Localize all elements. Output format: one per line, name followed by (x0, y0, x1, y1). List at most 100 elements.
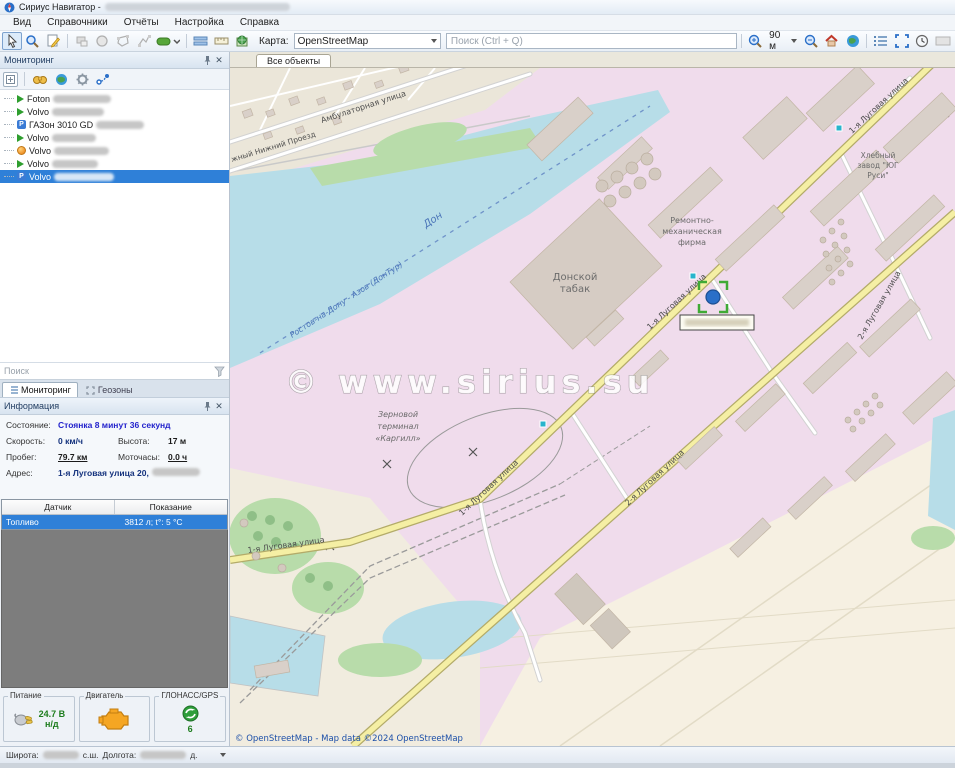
expand-all-button[interactable] (3, 72, 18, 87)
gps-gauge-label: ГЛОНАСС/GPS (159, 691, 220, 700)
hours-value[interactable]: 0.0 ч (168, 452, 187, 462)
fit-corners-icon (86, 386, 95, 395)
menu-spravka[interactable]: Справка (233, 16, 286, 29)
chevron-down-icon (791, 39, 797, 43)
menu-spravochniki[interactable]: Справочники (40, 16, 115, 29)
menu-nastroyka[interactable]: Настройка (168, 16, 231, 29)
zoom-in-icon (748, 34, 762, 48)
redacted-plate (96, 121, 144, 129)
speed-label: Скорость: (6, 436, 58, 446)
circle-zone-button-disabled[interactable] (93, 32, 113, 50)
magnifier-icon (25, 34, 39, 48)
zoom-out-button[interactable] (801, 32, 821, 50)
power-value: 24.7 В (39, 709, 66, 719)
home-button[interactable] (822, 32, 842, 50)
engine-icon (98, 706, 132, 732)
find-object-button[interactable] (31, 71, 49, 88)
tab-monitoring[interactable]: Мониторинг (2, 382, 78, 397)
edit-page-icon (46, 34, 60, 48)
select-tool-button[interactable] (2, 32, 22, 50)
toolbar-separator (186, 34, 187, 48)
close-icon[interactable]: ✕ (213, 400, 225, 412)
package-button[interactable] (232, 32, 252, 50)
toolbar-separator (866, 34, 867, 48)
moving-status-icon (17, 134, 24, 142)
menu-vid[interactable]: Вид (6, 16, 38, 29)
info-panel-title: Информация (4, 401, 59, 411)
history-button[interactable] (913, 32, 933, 50)
sensor-row-selected[interactable]: Топливо 3812 л; t°: 5 °C (2, 515, 227, 529)
sensor-col-header[interactable]: Датчик (2, 500, 115, 514)
close-icon[interactable]: ✕ (213, 54, 225, 66)
settings-button[interactable] (73, 71, 91, 88)
pin-icon[interactable] (201, 400, 213, 412)
extra-button-disabled[interactable] (933, 32, 953, 50)
gear-icon (76, 73, 89, 86)
engine-gauge-label: Двигатель (84, 691, 126, 700)
ruler-button[interactable] (212, 32, 232, 50)
global-search-input[interactable]: Поиск (Ctrl + Q) (446, 33, 737, 49)
map-tab-all-objects[interactable]: Все объекты (256, 54, 331, 67)
map-canvas[interactable]: Амбулаторная улица жный Нижний Проезд Ро… (230, 68, 955, 746)
redacted-plate (52, 160, 98, 168)
vehicle-row[interactable]: Volvo (0, 105, 229, 118)
pin-icon[interactable] (201, 54, 213, 66)
polygon-zone-icon (116, 34, 130, 48)
group-button-disabled[interactable] (72, 32, 92, 50)
reports-button[interactable] (191, 32, 211, 50)
track-pill-icon (156, 34, 180, 48)
zoom-tool-button[interactable] (23, 32, 43, 50)
sensor-table-header: Датчик Показание (2, 500, 227, 515)
map-label-place: «Каргилл» (375, 434, 420, 443)
redacted-longitude (140, 751, 186, 759)
coords-format-dropdown[interactable] (220, 753, 226, 757)
vehicle-name: Foton (27, 94, 50, 104)
world-button[interactable] (843, 32, 863, 50)
show-on-map-button[interactable] (52, 71, 70, 88)
hours-label: Моточасы: (118, 452, 168, 462)
edit-button[interactable] (43, 32, 63, 50)
map-label-place: завод "ЮГ (857, 161, 899, 170)
report-bars-icon (193, 35, 208, 48)
ruler-icon (214, 35, 229, 47)
vehicle-row[interactable]: P ГАЗон 3010 GD (0, 118, 229, 131)
map-select-label: Карта: (259, 36, 289, 47)
vehicle-search-input[interactable]: Поиск (0, 363, 229, 380)
objects-list-button[interactable] (871, 32, 891, 50)
map-label-place: терминал (377, 422, 418, 431)
polygon-zone-button-disabled[interactable] (113, 32, 133, 50)
vehicle-name: Volvo (29, 146, 51, 156)
redacted-plate (54, 147, 109, 155)
parked-status-icon: P (17, 120, 26, 129)
list-icon (874, 35, 888, 47)
power-gauge: Питание 24.7 Вн/д (3, 696, 75, 742)
vehicle-row-selected[interactable]: P Volvo (0, 170, 229, 183)
circle-zone-icon (95, 34, 109, 48)
map-provider-value: OpenStreetMap (298, 36, 369, 47)
vehicle-row[interactable]: Foton (0, 92, 229, 105)
gps-value: 6 (182, 724, 199, 734)
window-title: Сириус Навигатор - (19, 2, 101, 12)
globe-small-icon (55, 73, 68, 86)
fit-selection-button[interactable] (892, 32, 912, 50)
toolbar-separator (24, 72, 25, 86)
latitude-label: Широта: (6, 750, 39, 760)
mileage-value[interactable]: 79.7 км (58, 452, 87, 462)
value-col-header[interactable]: Показание (115, 500, 228, 514)
window-bottom-edge (0, 763, 955, 768)
menu-otchety[interactable]: Отчёты (117, 16, 166, 29)
zoom-in-button[interactable] (745, 32, 765, 50)
vehicle-row[interactable]: Volvo (0, 144, 229, 157)
gauges-row: Питание 24.7 Вн/д Двигатель ГЛОНАСС/GPS … (0, 688, 229, 746)
map-provider-select[interactable]: OpenStreetMap (294, 33, 441, 49)
vehicle-row[interactable]: Volvo (0, 131, 229, 144)
map-scale-select[interactable]: 90 м (766, 30, 800, 52)
vehicle-row[interactable]: Volvo (0, 157, 229, 170)
tracks-button[interactable] (155, 32, 183, 50)
route-button[interactable] (94, 71, 112, 88)
info-panel-header: Информация ✕ (0, 398, 229, 415)
tab-geozones[interactable]: Геозоны (79, 382, 140, 397)
polyline-zone-button-disabled[interactable] (134, 32, 154, 50)
app-icon (4, 2, 15, 13)
map-label-place: Зерновой (378, 410, 418, 419)
